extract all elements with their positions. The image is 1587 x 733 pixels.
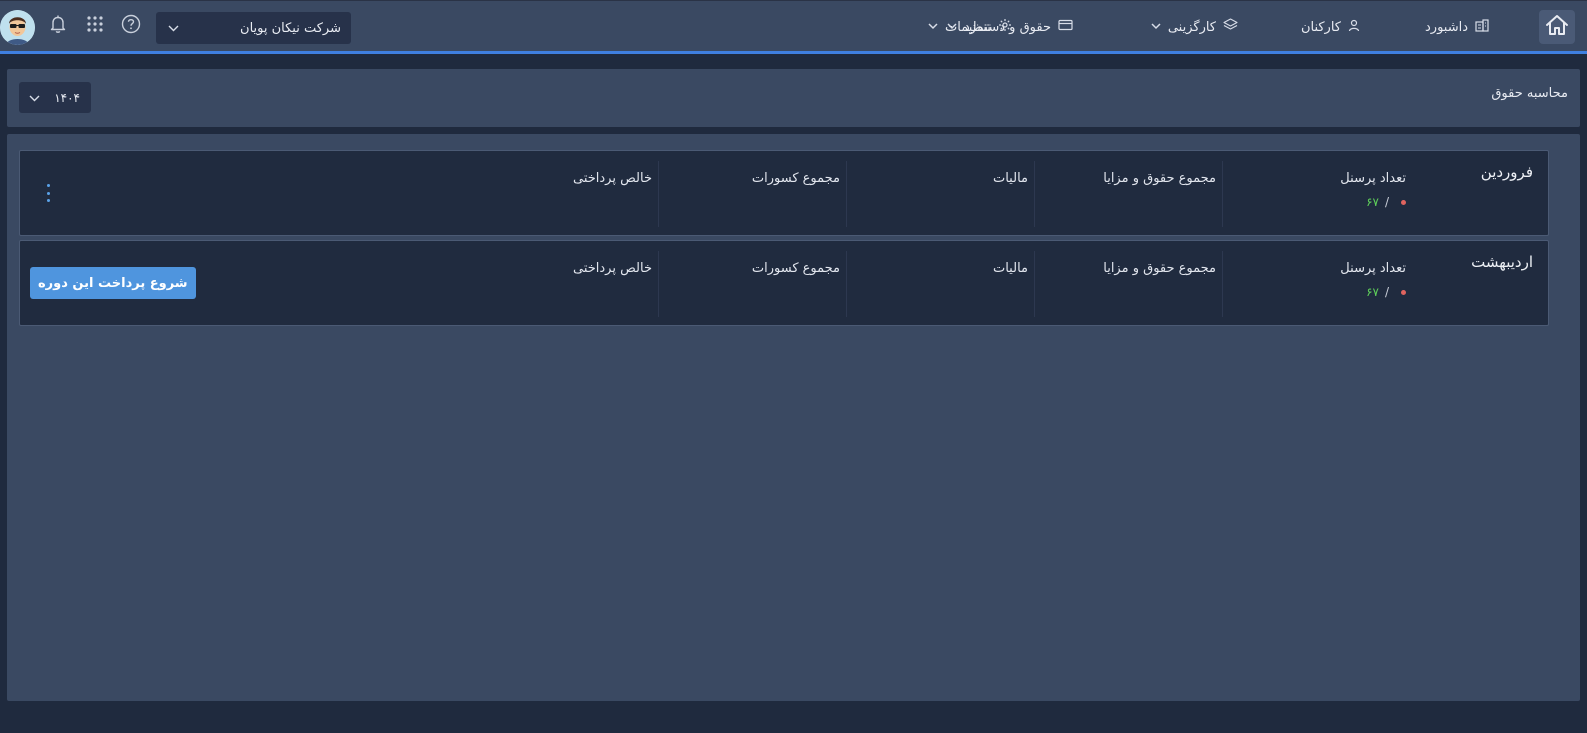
count-separator: / — [1384, 195, 1389, 209]
user-icon — [1348, 19, 1360, 36]
layers-icon — [1223, 18, 1238, 36]
home-button[interactable] — [1539, 10, 1575, 44]
processed-count-indicator — [1401, 289, 1406, 295]
gear-icon — [998, 18, 1012, 36]
personnel-count-column: تعداد پرسنل / ۶۷ — [1222, 251, 1412, 317]
deductions-column: مجموع کسورات — [658, 251, 846, 317]
column-header: مالیات — [992, 261, 1028, 276]
nav-item-personnel-admin[interactable]: کارگزینی — [1151, 1, 1238, 53]
personnel-count: / ۶۷ — [1223, 285, 1406, 299]
help-button[interactable] — [120, 14, 142, 38]
column-header: مجموع حقوق و مزایا — [1103, 171, 1216, 186]
help-icon — [121, 14, 141, 38]
chevron-down-icon — [1151, 22, 1161, 33]
salary-benefits-column: مجموع حقوق و مزایا — [1034, 161, 1222, 227]
tax-column: مالیات — [846, 251, 1034, 317]
total-count: ۶۷ — [1366, 285, 1379, 299]
more-menu-icon[interactable] — [42, 184, 54, 202]
column-header: خالص پرداختی — [572, 171, 652, 186]
page-header: محاسبه حقوق ۱۴۰۴ — [7, 69, 1580, 127]
nav-item-label: تنظیمات — [945, 19, 991, 35]
avatar[interactable] — [0, 10, 35, 45]
periods-panel: فروردین تعداد پرسنل / ۶۷ مجموع حقوق و مز… — [7, 134, 1580, 701]
nav-item-label: کارکنان — [1300, 19, 1341, 35]
column-header: تعداد پرسنل — [1340, 261, 1406, 276]
chevron-down-icon — [29, 91, 40, 105]
building-icon — [1475, 18, 1489, 36]
personnel-count-column: تعداد پرسنل / ۶۷ — [1222, 161, 1412, 227]
bell-icon — [49, 14, 67, 38]
period-card: اردیبهشت تعداد پرسنل / ۶۷ مجموع حقوق و م… — [19, 240, 1549, 326]
period-name: اردیبهشت — [1471, 253, 1533, 271]
nav-item-employees[interactable]: کارکنان — [1301, 1, 1360, 53]
year-select[interactable]: ۱۴۰۴ — [19, 82, 91, 113]
company-select-value: شرکت نیکان پویان — [240, 20, 341, 36]
period-name: فروردین — [1480, 163, 1533, 181]
column-header: مجموع کسورات — [751, 171, 840, 186]
personnel-count: / ۶۷ — [1223, 195, 1406, 209]
card-icon — [1058, 19, 1073, 35]
chevron-down-icon — [928, 22, 938, 33]
apps-grid-icon — [86, 15, 104, 37]
column-header: خالص پرداختی — [572, 261, 652, 276]
column-header: مجموع حقوق و مزایا — [1103, 261, 1216, 276]
nav-item-dashboard[interactable]: داشبورد — [1425, 1, 1489, 53]
tax-column: مالیات — [846, 161, 1034, 227]
year-select-value: ۱۴۰۴ — [54, 90, 80, 105]
top-navbar: داشبورد کارکنان کارگزینی حقوق و دستمزد ت… — [0, 0, 1587, 54]
salary-benefits-column: مجموع حقوق و مزایا — [1034, 251, 1222, 317]
nav-item-settings-link[interactable]: تنظیمات — [928, 1, 1012, 53]
deductions-column: مجموع کسورات — [658, 161, 846, 227]
total-count: ۶۷ — [1366, 195, 1379, 209]
page-title: محاسبه حقوق — [1491, 86, 1568, 101]
company-select[interactable]: شرکت نیکان پویان — [156, 12, 351, 44]
nav-item-label: کارگزینی — [1167, 19, 1216, 35]
column-header: مجموع کسورات — [751, 261, 840, 276]
net-payment-column: خالص پرداختی — [470, 251, 658, 317]
net-payment-column: خالص پرداختی — [470, 161, 658, 227]
chevron-down-icon — [168, 21, 179, 36]
start-payment-button[interactable]: شروع پرداخت این دوره — [30, 267, 196, 299]
apps-button[interactable] — [84, 15, 106, 37]
column-header: تعداد پرسنل — [1340, 171, 1406, 186]
nav-item-label: داشبورد — [1425, 19, 1468, 35]
home-icon — [1545, 14, 1569, 40]
processed-count-indicator — [1401, 199, 1406, 205]
count-separator: / — [1384, 285, 1389, 299]
period-card: فروردین تعداد پرسنل / ۶۷ مجموع حقوق و مز… — [19, 150, 1549, 236]
notifications-button[interactable] — [47, 15, 69, 37]
column-header: مالیات — [992, 171, 1028, 186]
